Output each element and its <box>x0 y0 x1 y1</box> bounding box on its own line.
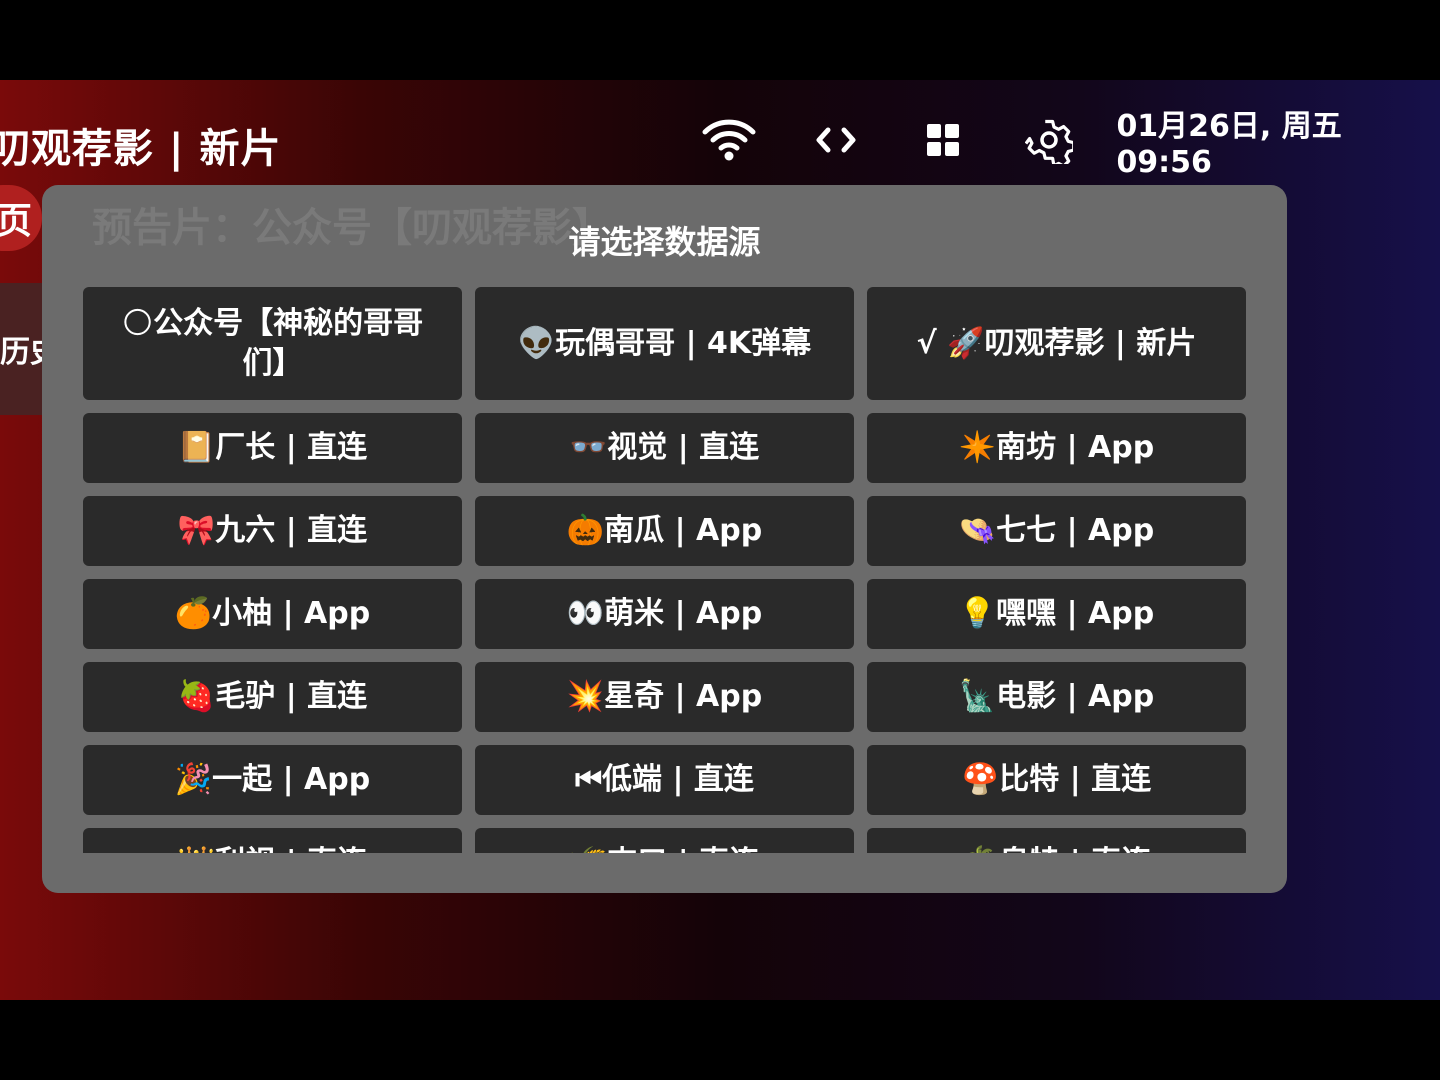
source-option[interactable]: 👀萌米 | App <box>475 579 854 649</box>
source-option[interactable]: 👒七七 | App <box>867 496 1246 566</box>
source-option[interactable]: 👓视觉 | 直连 <box>475 413 854 483</box>
source-option[interactable]: 💡嘿嘿 | App <box>867 579 1246 649</box>
source-option[interactable]: 💥星奇 | App <box>475 662 854 732</box>
source-option[interactable]: 👑利视 | 直连 <box>83 828 462 853</box>
source-option[interactable]: 📔厂长 | 直连 <box>83 413 462 483</box>
page-title: 叨观荐影 | 新片 <box>0 126 282 172</box>
source-option[interactable]: 🎉一起 | App <box>83 745 462 815</box>
clock: 01月26日, 周五 09:56 <box>1116 108 1342 180</box>
dialog-title: 请选择数据源 <box>568 223 761 261</box>
screen: 叨观荐影 | 新片 01月26日, 周五 09:56 页 历史 预告片：公众号【… <box>0 80 1440 1000</box>
source-option[interactable]: 🎀九六 | 直连 <box>83 496 462 566</box>
source-option[interactable]: 🌕公众号【神秘的哥哥们】 <box>83 287 462 400</box>
source-option[interactable]: 👽玩偶哥哥 | 4K弹幕 <box>475 287 854 400</box>
source-option[interactable]: 🍊小柚 | App <box>83 579 462 649</box>
source-option[interactable]: 🎃南瓜 | App <box>475 496 854 566</box>
source-option[interactable]: ⏮低端 | 直连 <box>475 745 854 815</box>
gear-icon[interactable] <box>1020 110 1079 170</box>
source-list[interactable]: 🌕公众号【神秘的哥哥们】 👽玩偶哥哥 | 4K弹幕 √ 🚀叨观荐影 | 新片 📔厂长 … <box>83 287 1246 853</box>
wifi-icon[interactable] <box>700 110 759 170</box>
grid-icon[interactable] <box>913 110 972 170</box>
source-option[interactable]: 🗽电影 | App <box>867 662 1246 732</box>
status-bar: 01月26日, 周五 09:56 <box>700 109 1440 180</box>
code-icon[interactable] <box>807 110 866 170</box>
source-option[interactable]: ✴️南坊 | App <box>867 413 1246 483</box>
source-option[interactable]: 🍓毛驴 | 直连 <box>83 662 462 732</box>
source-option[interactable]: 🌾吉口 | 直连 <box>475 828 854 853</box>
source-option[interactable]: 🍄比特 | 直连 <box>867 745 1246 815</box>
source-select-dialog: 预告片：公众号【叨观荐影】 请选择数据源 🌕公众号【神秘的哥哥们】 👽玩偶哥哥 |… <box>42 185 1287 893</box>
sidebar-item-home[interactable]: 页 <box>0 185 42 251</box>
source-option[interactable]: 🌴皇特 | 直连 <box>867 828 1246 853</box>
source-option-selected[interactable]: √ 🚀叨观荐影 | 新片 <box>867 287 1246 400</box>
